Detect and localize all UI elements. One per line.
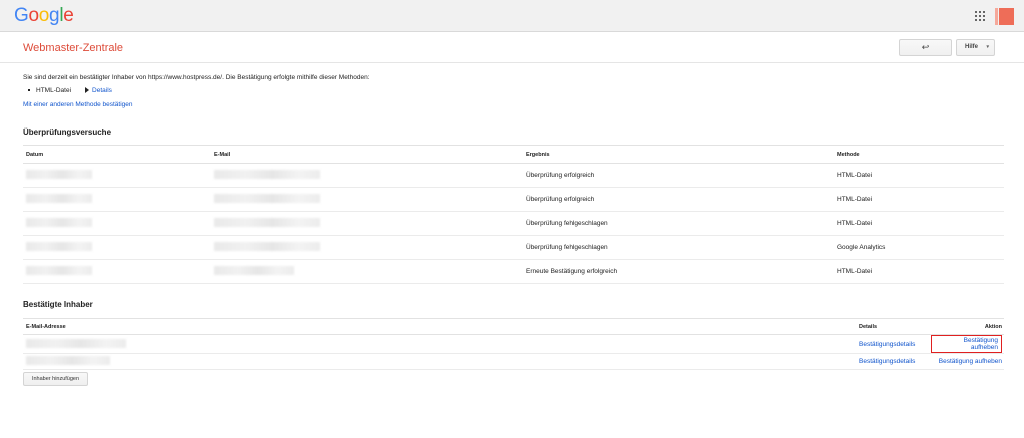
- bullet-icon: [28, 89, 30, 92]
- result-cell: Erneute Bestätigung erfolgreich: [523, 259, 834, 284]
- chevron-down-icon: ▾: [986, 44, 989, 50]
- col-header-date: Datum: [23, 145, 211, 164]
- verification-details-link[interactable]: Bestätigungsdetails: [856, 334, 928, 354]
- redacted-email: [23, 353, 856, 370]
- logo-letter: o: [28, 5, 39, 26]
- add-owner-button[interactable]: Inhaber hinzufügen: [23, 372, 88, 386]
- google-logo[interactable]: Google: [14, 5, 74, 27]
- ownership-intro-text: Sie sind derzeit ein bestätigter Inhaber…: [23, 74, 370, 81]
- col-header-details: Details: [856, 318, 928, 335]
- back-button[interactable]: ↩: [899, 39, 952, 56]
- table-row: Überprüfung erfolgreich HTML-Datei: [23, 163, 1004, 188]
- col-header-action: Aktion: [928, 318, 1004, 335]
- redacted-date: [23, 211, 211, 236]
- table-row: Bestätigungsdetails Bestätigung aufheben: [23, 353, 1004, 370]
- section-title-attempts: Überprüfungsversuche: [23, 128, 112, 137]
- col-header-email: E-Mail: [211, 145, 523, 164]
- result-cell: Überprüfung erfolgreich: [523, 187, 834, 212]
- method-cell: HTML-Datei: [834, 259, 1004, 284]
- method-cell: HTML-Datei: [834, 163, 1004, 188]
- help-button[interactable]: Hilfe ▾: [956, 39, 995, 56]
- result-cell: Überprüfung fehlgeschlagen: [523, 211, 834, 236]
- method-cell: Google Analytics: [834, 235, 1004, 260]
- revoke-verification-link[interactable]: Bestätigung aufheben: [931, 335, 1002, 353]
- table-header-row: Datum E-Mail Ergebnis Methode: [23, 145, 1004, 164]
- redacted-date: [23, 235, 211, 260]
- table-row: Erneute Bestätigung erfolgreich HTML-Dat…: [23, 259, 1004, 284]
- method-line: HTML-Datei Details: [28, 87, 112, 94]
- revoke-cell: Bestätigung aufheben: [928, 353, 1004, 370]
- redacted-email: [211, 259, 523, 284]
- help-label: Hilfe: [965, 44, 979, 50]
- table-row: Überprüfung fehlgeschlagen Google Analyt…: [23, 235, 1004, 260]
- col-header-result: Ergebnis: [523, 145, 834, 164]
- table-row: Überprüfung fehlgeschlagen HTML-Datei: [23, 211, 1004, 236]
- table-row: Bestätigungsdetails Bestätigung aufheben: [23, 334, 1004, 354]
- method-cell: HTML-Datei: [834, 187, 1004, 212]
- redacted-email: [211, 211, 523, 236]
- redacted-email: [211, 163, 523, 188]
- redacted-email: [211, 235, 523, 260]
- grid-apps-icon[interactable]: [975, 11, 985, 21]
- title-bar: Webmaster-Zentrale ↩ Hilfe ▾: [0, 32, 1024, 63]
- method-cell: HTML-Datei: [834, 211, 1004, 236]
- logo-letter: g: [49, 5, 60, 26]
- other-method-link[interactable]: Mit einer anderen Methode bestätigen: [23, 101, 133, 108]
- page-title: Webmaster-Zentrale: [23, 42, 124, 54]
- verification-details-link[interactable]: Bestätigungsdetails: [856, 353, 928, 370]
- avatar[interactable]: [995, 8, 1014, 25]
- logo-letter: G: [14, 5, 29, 26]
- revoke-cell: Bestätigung aufheben: [928, 334, 1004, 354]
- col-header-method: Methode: [834, 145, 1004, 164]
- back-arrow-icon: ↩: [921, 42, 930, 52]
- table-row: Überprüfung erfolgreich HTML-Datei: [23, 187, 1004, 212]
- result-cell: Überprüfung fehlgeschlagen: [523, 235, 834, 260]
- logo-letter: o: [38, 5, 50, 26]
- section-title-owners: Bestätigte Inhaber: [23, 300, 93, 309]
- redacted-date: [23, 187, 211, 212]
- result-cell: Überprüfung erfolgreich: [523, 163, 834, 188]
- owners-table: E-Mail-Adresse Details Aktion Bestätigun…: [23, 318, 1004, 370]
- redacted-email: [23, 334, 856, 354]
- expand-triangle-icon[interactable]: [85, 87, 90, 94]
- redacted-email: [211, 187, 523, 212]
- logo-letter: e: [63, 5, 74, 26]
- top-bar: Google: [0, 0, 1024, 32]
- redacted-date: [23, 259, 211, 284]
- table-header-row: E-Mail-Adresse Details Aktion: [23, 318, 1004, 335]
- col-header-email-address: E-Mail-Adresse: [23, 318, 856, 335]
- redacted-date: [23, 163, 211, 188]
- details-link[interactable]: Details: [92, 87, 112, 94]
- method-name: HTML-Datei: [36, 87, 72, 94]
- revoke-verification-link[interactable]: Bestätigung aufheben: [939, 358, 1002, 365]
- attempts-table: Datum E-Mail Ergebnis Methode Überprüfun…: [23, 145, 1004, 284]
